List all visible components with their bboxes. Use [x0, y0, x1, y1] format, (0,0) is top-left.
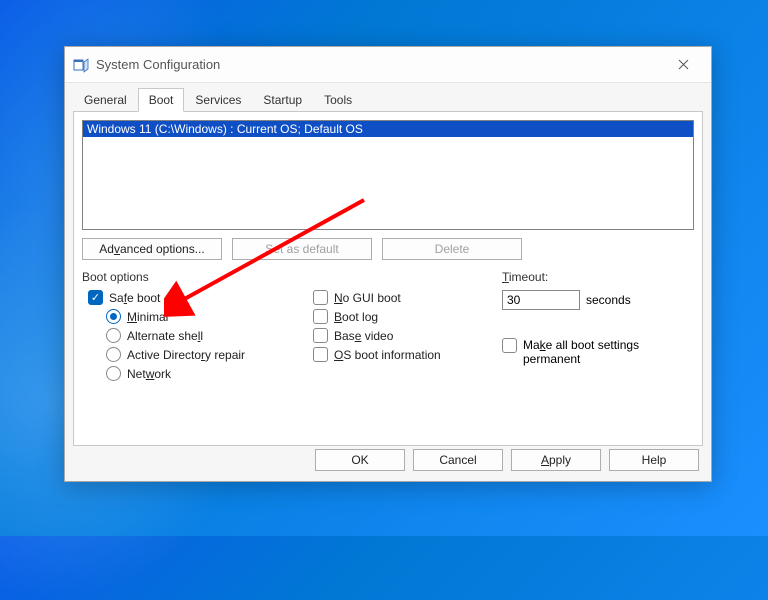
close-button[interactable] [663, 51, 703, 79]
boot-options-group: Boot options ✓ Safe boot Minimal Alterna… [82, 270, 694, 383]
checkbox-icon [313, 309, 328, 324]
window-title: System Configuration [96, 57, 220, 72]
tab-startup[interactable]: Startup [252, 88, 313, 112]
os-list-entry[interactable]: Windows 11 (C:\Windows) : Current OS; De… [83, 121, 693, 137]
os-list[interactable]: Windows 11 (C:\Windows) : Current OS; De… [82, 120, 694, 230]
checkbox-label: No GUI boot [334, 291, 401, 305]
close-icon [678, 59, 689, 70]
radio-label: Minimal [127, 310, 168, 324]
tab-tools[interactable]: Tools [313, 88, 363, 112]
button-label: Delete [435, 242, 470, 256]
dialog-footer: OK Cancel Apply Help [315, 449, 699, 471]
checkbox-label: OS boot information [334, 348, 441, 362]
boot-options-col2: No GUI boot Boot log Base video OS boot … [307, 288, 502, 383]
help-button[interactable]: Help [609, 449, 699, 471]
tab-services[interactable]: Services [184, 88, 252, 112]
ok-button[interactable]: OK [315, 449, 405, 471]
radio-label: Alternate shell [127, 329, 203, 343]
minimal-radio[interactable]: Minimal [82, 307, 307, 326]
tab-panel-boot: Windows 11 (C:\Windows) : Current OS; De… [73, 111, 703, 446]
tab-general[interactable]: General [73, 88, 138, 112]
checkbox-icon: ✓ [88, 290, 103, 305]
boot-log-checkbox[interactable]: Boot log [307, 307, 502, 326]
advanced-options-button[interactable]: Advanced options... [82, 238, 222, 260]
radio-icon [106, 366, 121, 381]
radio-label: Network [127, 367, 171, 381]
tab-boot[interactable]: Boot [138, 88, 185, 112]
app-icon [73, 57, 89, 73]
apply-button[interactable]: Apply [511, 449, 601, 471]
cancel-button[interactable]: Cancel [413, 449, 503, 471]
radio-icon [106, 309, 121, 324]
timeout-input[interactable] [502, 290, 580, 310]
delete-button: Delete [382, 238, 522, 260]
checkbox-label: Base video [334, 329, 393, 343]
timeout-column: Timeout: seconds Make all boot settings … [502, 288, 694, 383]
base-video-checkbox[interactable]: Base video [307, 326, 502, 345]
make-permanent-checkbox[interactable]: Make all boot settings permanent [502, 338, 694, 367]
titlebar: System Configuration [65, 47, 711, 83]
os-boot-info-checkbox[interactable]: OS boot information [307, 345, 502, 364]
checkbox-label: Safe boot [109, 291, 160, 305]
ad-repair-radio[interactable]: Active Directory repair [82, 345, 307, 364]
checkbox-label: Make all boot settings permanent [523, 338, 643, 367]
msconfig-window: System Configuration General Boot Servic… [64, 46, 712, 482]
checkbox-icon [313, 347, 328, 362]
timeout-label: Timeout: [502, 270, 694, 286]
no-gui-boot-checkbox[interactable]: No GUI boot [307, 288, 502, 307]
boot-options-col1: ✓ Safe boot Minimal Alternate shell Acti… [82, 288, 307, 383]
boot-button-row: Advanced options... Set as default Delet… [82, 238, 694, 260]
checkbox-label: Boot log [334, 310, 378, 324]
checkbox-icon [313, 328, 328, 343]
safe-boot-checkbox[interactable]: ✓ Safe boot [82, 288, 307, 307]
alternate-shell-radio[interactable]: Alternate shell [82, 326, 307, 345]
radio-icon [106, 347, 121, 362]
checkbox-icon [502, 338, 517, 353]
radio-icon [106, 328, 121, 343]
timeout-unit: seconds [586, 293, 631, 307]
button-label: Set as default [265, 242, 338, 256]
tab-strip: General Boot Services Startup Tools [65, 83, 711, 111]
radio-label: Active Directory repair [127, 348, 245, 362]
button-label: Advanced options... [99, 242, 204, 256]
set-as-default-button: Set as default [232, 238, 372, 260]
network-radio[interactable]: Network [82, 364, 307, 383]
checkbox-icon [313, 290, 328, 305]
